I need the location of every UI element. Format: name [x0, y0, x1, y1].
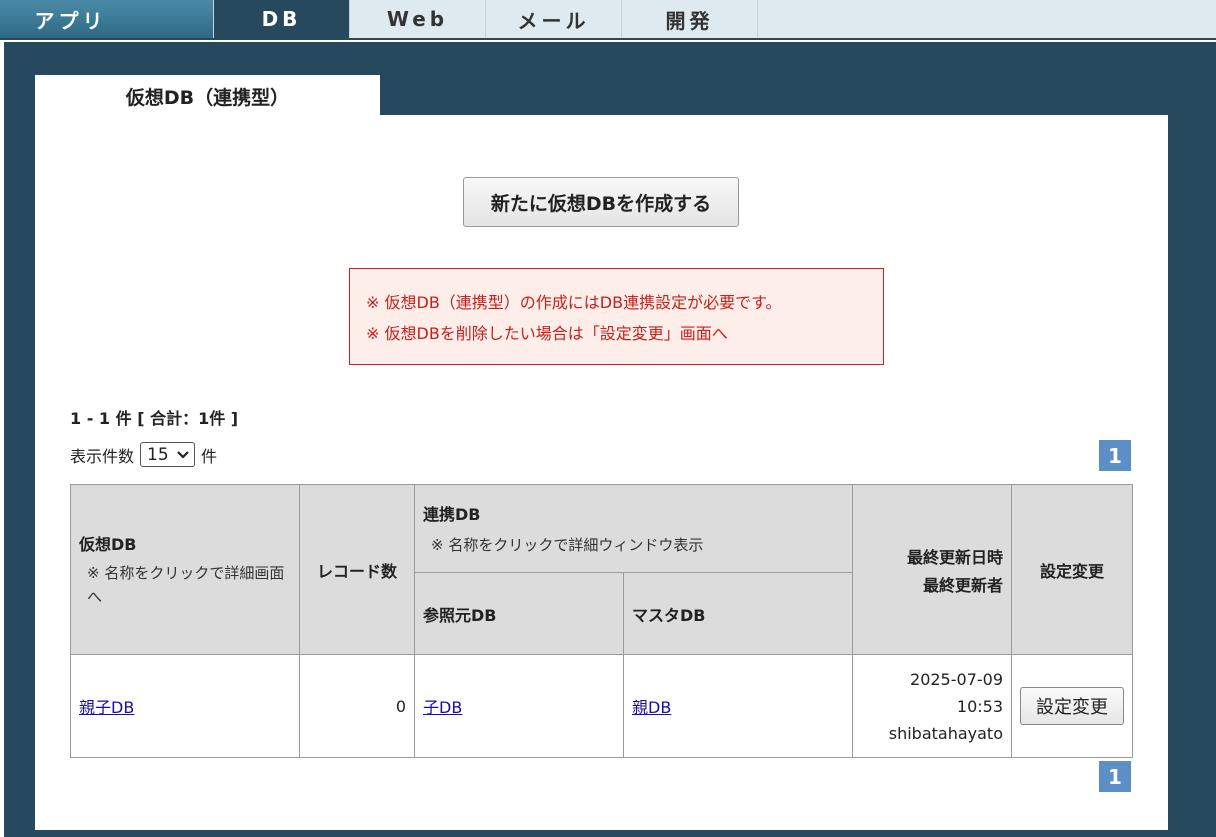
top-nav: アプリ DB Web メール 開発 — [0, 0, 1216, 40]
header-virtual-db-label: 仮想DB — [79, 534, 137, 554]
updated-time: 10:53 — [956, 696, 1003, 716]
source-db-link[interactable]: 子DB — [423, 698, 462, 717]
per-page-unit: 件 — [201, 446, 218, 466]
per-page-control: 表示件数 15 件 — [70, 442, 217, 467]
tab-app[interactable]: アプリ — [0, 0, 214, 38]
header-updated-line2: 最終更新者 — [922, 575, 1003, 595]
header-updated: 最終更新日時 最終更新者 — [852, 484, 1012, 655]
header-virtual-db: 仮想DB ※ 名称をクリックで詳細画面へ — [70, 484, 300, 655]
header-virtual-db-note: ※ 名称をクリックで詳細画面へ — [87, 563, 285, 606]
cell-updated: 2025-07-09 10:53 shibatahayato — [852, 654, 1012, 758]
notice-line-1: ※ 仮想DB（連携型）の作成にはDB連携設定が必要です。 — [366, 293, 782, 312]
updated-by: shibatahayato — [888, 723, 1003, 743]
cell-settings: 設定変更 — [1011, 654, 1133, 758]
header-master-db: マスタDB — [623, 572, 853, 655]
create-virtual-db-button[interactable]: 新たに仮想DBを作成する — [463, 177, 739, 227]
per-page-select[interactable]: 15 — [140, 442, 196, 467]
cell-master-db: 親DB — [623, 654, 853, 758]
pagination-page-top[interactable]: 1 — [1099, 440, 1131, 471]
master-db-link[interactable]: 親DB — [632, 698, 671, 717]
table-row: 親子DB 0 子DB 親DB 2025-07-09 10:53 shibatah… — [70, 654, 1133, 758]
cell-records: 0 — [299, 654, 415, 758]
pagination-page-bottom[interactable]: 1 — [1099, 761, 1131, 792]
header-records: レコード数 — [299, 484, 415, 655]
tab-dev[interactable]: 開発 — [622, 0, 758, 38]
tab-web[interactable]: Web — [350, 0, 486, 38]
header-linked-db: 連携DB ※ 名称をクリックで詳細ウィンドウ表示 — [414, 484, 853, 573]
cell-virtual-db: 親子DB — [70, 654, 300, 758]
header-updated-line1: 最終更新日時 — [906, 547, 1003, 567]
header-settings: 設定変更 — [1011, 484, 1133, 655]
tab-mail[interactable]: メール — [486, 0, 622, 38]
per-page-label: 表示件数 — [70, 446, 135, 466]
header-linked-db-label: 連携DB — [423, 504, 481, 524]
result-count: 1 - 1 件 [ 合計：1件 ] — [70, 409, 239, 428]
notice-line-2: ※ 仮想DBを削除したい場合は「設定変更」画面へ — [366, 324, 728, 343]
tab-db[interactable]: DB — [214, 0, 350, 38]
header-linked-db-note: ※ 名称をクリックで詳細ウィンドウ表示 — [431, 535, 704, 554]
cell-source-db: 子DB — [414, 654, 624, 758]
virtual-db-table: 仮想DB ※ 名称をクリックで詳細画面へ レコード数 連携DB ※ 名称をクリッ… — [70, 484, 1133, 758]
chevron-down-icon — [177, 448, 189, 462]
per-page-value: 15 — [147, 444, 169, 465]
page-tab-title: 仮想DB（連携型） — [35, 75, 380, 117]
header-source-db: 参照元DB — [414, 572, 624, 655]
settings-button[interactable]: 設定変更 — [1020, 687, 1124, 725]
virtual-db-link[interactable]: 親子DB — [79, 698, 134, 717]
updated-date: 2025-07-09 — [910, 669, 1003, 689]
notice-box: ※ 仮想DB（連携型）の作成にはDB連携設定が必要です。 ※ 仮想DBを削除した… — [349, 268, 884, 365]
